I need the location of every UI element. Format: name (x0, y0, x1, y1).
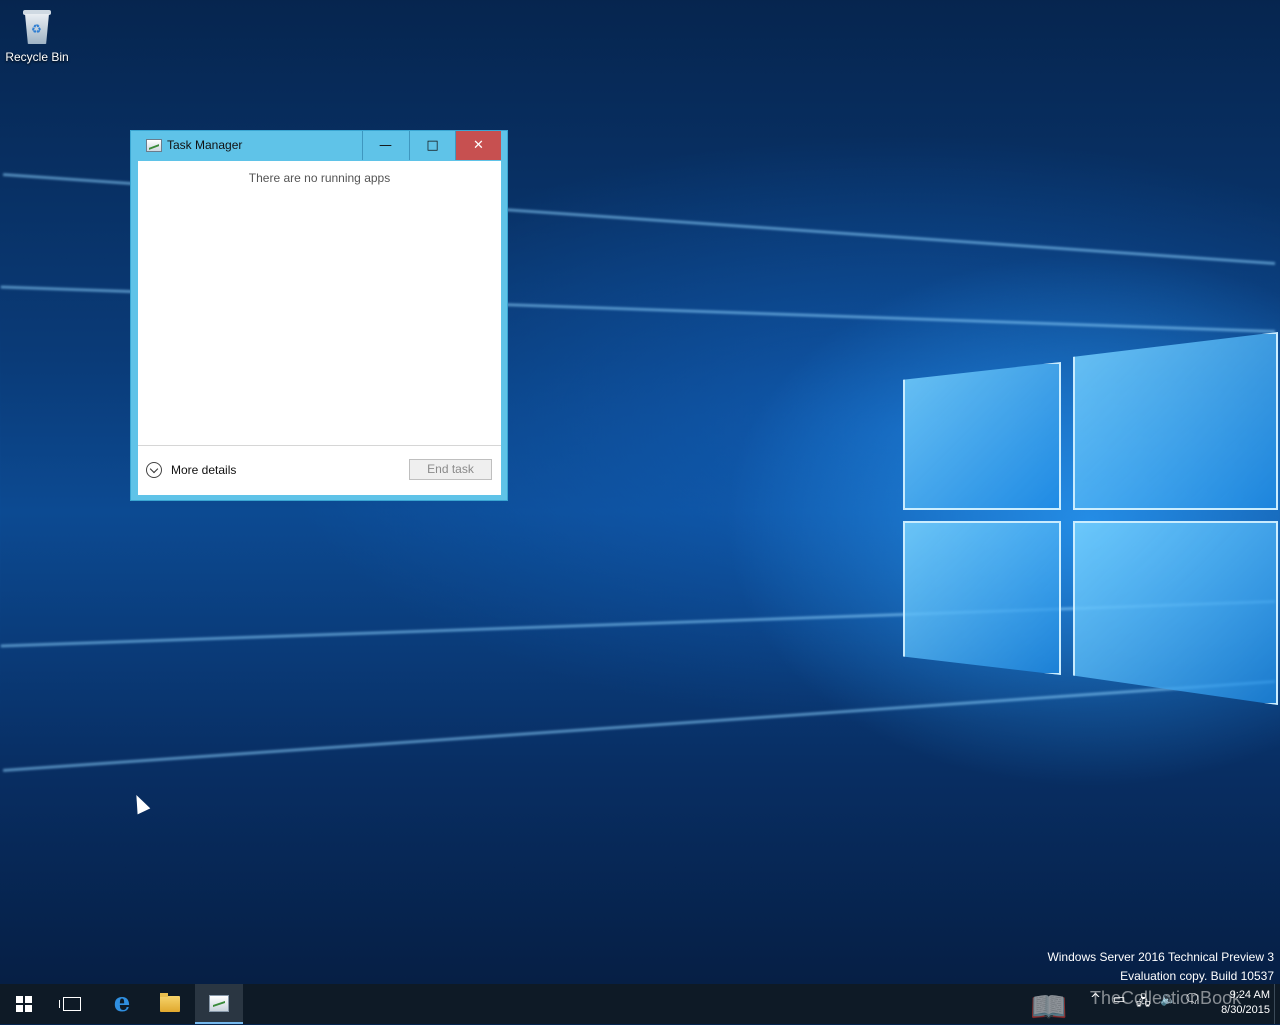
os-watermark: Windows Server 2016 Technical Preview 3 … (1047, 948, 1274, 984)
desktop-icon-label: Recycle Bin (5, 50, 69, 64)
task-view-button[interactable] (48, 984, 96, 1024)
windows-logo-icon (16, 996, 32, 1012)
maximize-icon: □ (426, 138, 439, 153)
show-desktop-button[interactable] (1274, 984, 1280, 1024)
folder-icon (160, 993, 180, 1012)
network-icon[interactable]: 🖧 (1136, 992, 1151, 1014)
edge-button[interactable]: e (98, 984, 146, 1024)
empty-message: There are no running apps (248, 171, 391, 185)
logo-pane-top-left (903, 362, 1061, 510)
title-bar[interactable]: Task Manager — □ ✕ (131, 131, 507, 161)
watermark-line-2: Evaluation copy. Build 10537 (1120, 969, 1274, 983)
task-manager-window[interactable]: Task Manager — □ ✕ There are no running … (130, 130, 508, 501)
task-manager-taskbar-button[interactable] (195, 984, 243, 1024)
window-footer: More details End task (138, 445, 501, 495)
maximize-button[interactable]: □ (409, 131, 455, 160)
book-icon: 📖 (1030, 990, 1068, 1025)
desktop-background: ♻ Recycle Bin Task Manager — □ ✕ There a… (0, 0, 1280, 984)
more-details-toggle[interactable]: More details (146, 460, 236, 480)
minimize-icon: — (379, 138, 392, 153)
clock[interactable]: 9:24 AM 8/30/2015 (1210, 988, 1270, 1018)
clock-date: 8/30/2015 (1221, 1004, 1270, 1016)
clock-time: 9:24 AM (1229, 989, 1270, 1001)
start-button[interactable] (0, 984, 48, 1024)
logo-pane-bottom-left (903, 521, 1061, 675)
close-icon: ✕ (473, 138, 484, 153)
action-center-icon[interactable]: 🗨 (1184, 992, 1201, 1007)
app-list-area: There are no running apps More details E… (138, 161, 501, 495)
minimize-button[interactable]: — (362, 131, 408, 160)
recycle-bin-icon: ♻ (20, 6, 54, 46)
taskbar: e (0, 984, 1280, 1024)
watermark-line-1: Windows Server 2016 Technical Preview 3 (1047, 950, 1274, 964)
desktop-icon-recycle-bin[interactable]: ♻ Recycle Bin (4, 6, 70, 64)
show-hidden-icons-icon[interactable]: ^ (1090, 992, 1101, 1007)
mouse-cursor-icon (130, 792, 151, 815)
task-manager-icon (209, 995, 229, 1012)
logo-pane-top-right (1073, 332, 1278, 510)
task-view-icon (59, 997, 81, 1011)
end-task-button[interactable]: End task (409, 459, 492, 480)
more-details-label: More details (171, 463, 237, 477)
logo-pane-bottom-right (1073, 521, 1278, 705)
window-title: Task Manager (167, 138, 243, 152)
light-beam (3, 680, 1276, 772)
edge-icon: e (113, 988, 131, 1018)
keyboard-icon[interactable]: ▭ (1113, 992, 1125, 1007)
task-manager-icon (146, 139, 162, 152)
chevron-down-icon (146, 462, 162, 478)
file-explorer-button[interactable] (146, 984, 194, 1024)
volume-icon[interactable]: 🔈 (1160, 992, 1176, 1007)
close-button[interactable]: ✕ (455, 131, 501, 160)
